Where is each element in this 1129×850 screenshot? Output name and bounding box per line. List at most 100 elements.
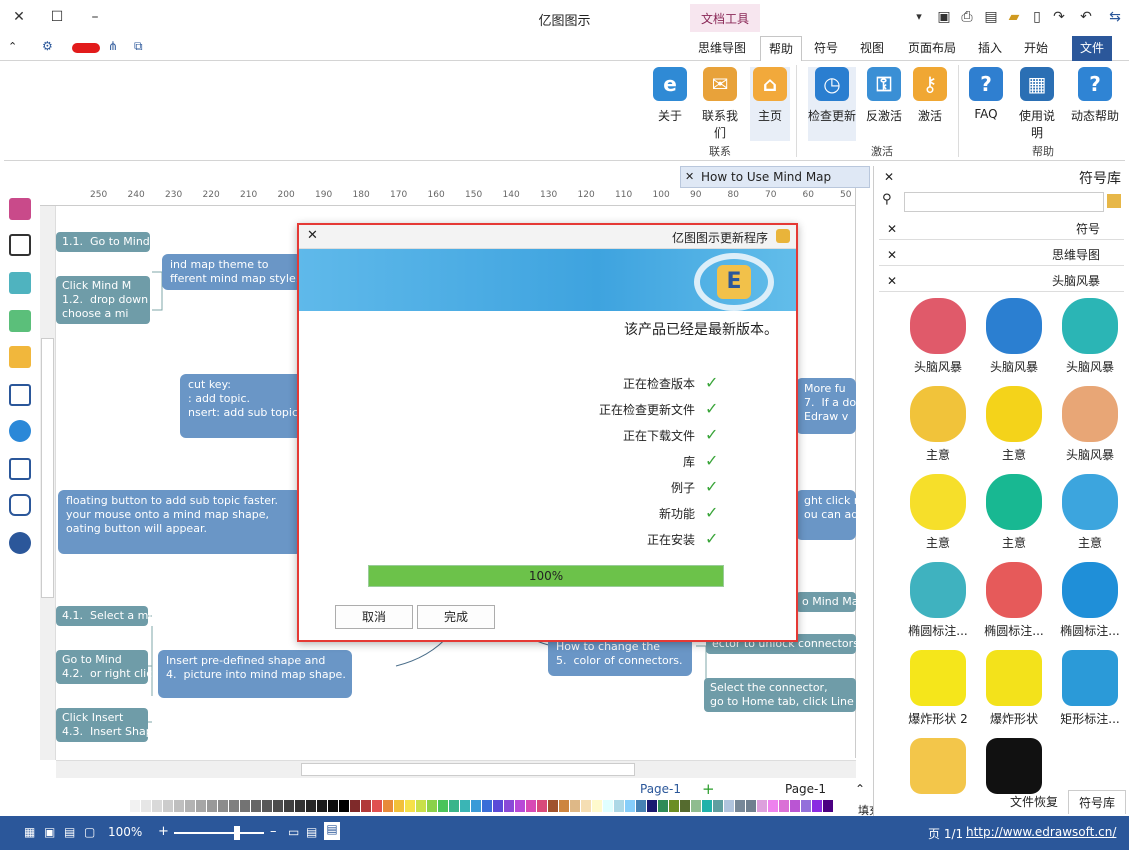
format-painter-icon[interactable] [9,198,31,220]
color-swatch[interactable] [196,800,206,812]
user-manual-button[interactable]: ▦ 使用说明 [1014,67,1060,141]
color-swatch[interactable] [350,800,360,812]
check-update-button[interactable]: ◷ 检查更新 [808,67,856,141]
symbol-item[interactable]: 椭圆标注... [976,562,1052,650]
tab-file[interactable]: 文件 [1072,36,1112,61]
attachment-icon[interactable] [9,458,31,480]
color-swatch[interactable] [460,800,470,812]
color-swatch[interactable] [416,800,426,812]
homepage-button[interactable]: ⌂ 主页 [750,67,790,141]
color-swatch[interactable] [746,800,756,812]
color-swatch[interactable] [757,800,767,812]
cancel-button[interactable]: 取消 [335,605,413,629]
zoom-in-icon[interactable]: + [158,824,169,839]
symbol-item[interactable]: 椭圆标注... [1052,562,1128,650]
symbol-item[interactable]: 矩形标注... [1052,650,1128,738]
color-swatch[interactable] [394,800,404,812]
screen-capture-icon[interactable]: ⧉ [134,39,143,54]
help-circle-icon[interactable] [9,532,31,554]
color-swatch[interactable] [229,800,239,812]
topic-4[interactable]: Insert pre-defined shape and 4. picture … [158,650,352,698]
symbol-item[interactable]: 爆炸形状 [976,650,1052,738]
color-swatch[interactable] [295,800,305,812]
about-button[interactable]: e 关于 [650,67,690,141]
color-swatch[interactable] [317,800,327,812]
color-swatch[interactable] [174,800,184,812]
library-search-icon[interactable]: ⚲ [882,192,892,207]
color-swatch[interactable] [383,800,393,812]
library-options-icon[interactable] [1107,194,1121,208]
color-swatch[interactable] [361,800,371,812]
topic-1[interactable]: ind map theme to fferent mind map style. [162,254,302,290]
activate-button[interactable]: ⚷ 激活 [910,67,950,141]
topic-shortcut[interactable]: cut key: : add topic. nsert: add sub top… [180,374,304,438]
share-icon[interactable]: ⋔ [108,39,118,53]
save-icon[interactable]: ▤ [980,6,1002,28]
color-swatch[interactable] [537,800,547,812]
tab-page-layout[interactable]: 页面布局 [900,36,964,61]
color-swatch[interactable] [493,800,503,812]
symbol-item[interactable]: 头脑风暴 [900,298,976,386]
color-swatch[interactable] [790,800,800,812]
color-swatch[interactable] [130,800,140,812]
color-swatch[interactable] [647,800,657,812]
color-swatch[interactable] [449,800,459,812]
symbol-item[interactable]: 头脑风暴 [1052,386,1128,474]
library-close-icon[interactable]: ✕ [887,248,897,262]
topic-7[interactable]: More fu 7. If a doc Edraw v [796,378,862,434]
globe-hyperlink-icon[interactable] [9,420,31,442]
symbol-item[interactable]: 主意 [1052,474,1128,562]
color-swatch[interactable] [570,800,580,812]
symbol-item[interactable]: 主意 [976,474,1052,562]
color-swatch[interactable] [163,800,173,812]
panel-close-icon[interactable]: ✕ [884,170,894,184]
dynamic-help-button[interactable]: ? 动态帮助 [1070,67,1120,141]
subtopic-4-2[interactable]: Go to Mind 4.2. or right clic [56,650,152,684]
page-collapse-icon[interactable]: ⌃ [855,782,865,796]
faq-button[interactable]: ? FAQ [966,67,1006,141]
color-swatch[interactable] [735,800,745,812]
color-swatch[interactable] [548,800,558,812]
subtopic-4-3[interactable]: Click Insert 4.3. Insert Shap [56,708,153,742]
qat-dropdown-icon[interactable]: ▾ [908,6,930,28]
zoom-slider[interactable] [174,826,264,840]
color-swatch[interactable] [372,800,382,812]
color-swatch[interactable] [438,800,448,812]
library-search-input[interactable] [904,192,1104,212]
actual-size-icon[interactable]: ▢ [84,825,95,839]
image-tool-icon[interactable] [9,310,31,332]
topic-5[interactable]: How to change the 5. color of connectors… [548,636,692,676]
print-icon[interactable]: ▣ [933,6,955,28]
color-swatch[interactable] [284,800,294,812]
tab-symbol[interactable]: 符号 [806,36,846,61]
color-swatch[interactable] [218,800,228,812]
fit-width-icon[interactable]: ▤ [64,825,75,839]
color-swatch[interactable] [680,800,690,812]
settings-gear-icon[interactable]: ⚙ [42,39,53,53]
symbol-item[interactable]: 主意 [900,386,976,474]
open-folder-icon[interactable]: ▰ [1003,6,1025,28]
tab-view[interactable]: 视图 [852,36,892,61]
color-swatch[interactable] [658,800,668,812]
new-file-icon[interactable]: ▯ [1026,6,1048,28]
close-tab-icon[interactable]: ✕ [685,167,694,187]
color-swatch[interactable] [251,800,261,812]
layer-tool-icon[interactable] [9,346,31,368]
vertical-scrollbar[interactable] [40,188,56,760]
undo-icon[interactable]: ↶ [1075,6,1097,28]
page-properties-icon[interactable] [9,384,31,406]
color-swatch[interactable] [614,800,624,812]
color-swatch[interactable] [801,800,811,812]
subtopic-1-2[interactable]: Click Mind M 1.2. drop down b choose a m… [56,276,159,324]
library-row-mindmap[interactable]: ✕ 思维导图 [879,244,1124,266]
library-row-brainstorm[interactable]: ✕ 头脑风暴 [879,270,1124,292]
presentation-icon[interactable]: ▤ [324,822,340,840]
line-tool-icon[interactable] [9,234,31,256]
library-row-symbol[interactable]: ✕ 符号 [879,218,1124,240]
color-swatch[interactable] [779,800,789,812]
topic-floating-button[interactable]: floating button to add sub topic faster.… [58,490,302,554]
grid-icon[interactable]: ▤ [306,825,317,839]
color-swatch[interactable] [427,800,437,812]
color-swatch[interactable] [636,800,646,812]
tab-mindmap[interactable]: 思维导图 [690,36,754,61]
